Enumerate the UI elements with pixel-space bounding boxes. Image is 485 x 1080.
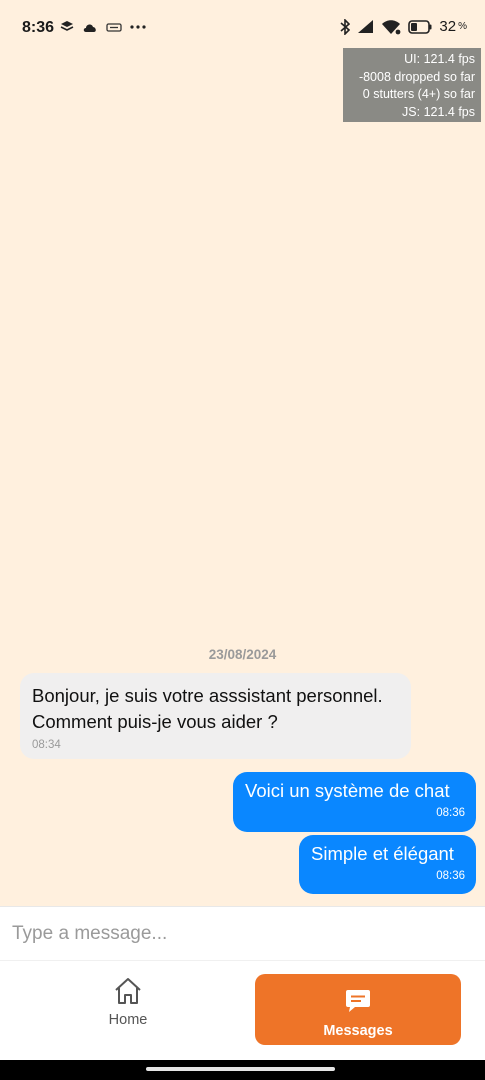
message-text: Simple et élégant	[311, 843, 454, 864]
date-separator: 23/08/2024	[208, 647, 277, 662]
message-bubble-outgoing[interactable]: Simple et élégant 08:36	[299, 835, 476, 894]
message-bubble-incoming[interactable]: Bonjour, je suis votre asssistant person…	[20, 673, 411, 759]
message-time: 08:36	[436, 807, 465, 819]
system-navigation-bar	[0, 1060, 485, 1080]
perf-ui-fps: UI: 121.4 fps	[404, 52, 475, 66]
nav-home-label: Home	[108, 1012, 148, 1028]
perf-dropped-frames: -8008 dropped so far	[358, 69, 475, 84]
chat-bubble-icon	[346, 990, 370, 1012]
house-icon	[115, 978, 141, 1004]
wifi-icon	[382, 19, 401, 34]
message-text: Voici un système de chat	[245, 780, 450, 801]
cloud-icon	[83, 24, 96, 32]
home-indicator[interactable]	[146, 1067, 335, 1071]
bottom-navigation: Home Messages	[0, 961, 485, 1060]
battery-icon	[408, 19, 432, 34]
bluetooth-icon	[340, 18, 351, 35]
message-text: Bonjour, je suis votre asssistant person…	[32, 685, 383, 732]
signal-icon	[358, 20, 374, 33]
layers-icon	[60, 21, 74, 31]
status-time: 8:36	[22, 19, 55, 36]
nav-tab-home[interactable]: Home	[70, 977, 186, 1047]
perf-stutters: 0 stutters (4+) so far	[362, 87, 475, 101]
message-bubble-outgoing[interactable]: Voici un système de chat 08:36	[233, 772, 476, 832]
perf-monitor-overlay: UI: 121.4 fps -8008 dropped so far 0 stu…	[343, 48, 481, 122]
battery-percentage: 32	[439, 18, 457, 35]
notification-icons	[60, 20, 146, 34]
more-dots-icon	[130, 25, 146, 29]
message-time: 08:34	[32, 739, 61, 751]
battery-percent-sign: %	[458, 21, 467, 32]
message-input[interactable]	[0, 907, 485, 961]
system-icons: 32 %	[340, 18, 467, 35]
composer-bar	[0, 906, 485, 961]
app-badge-icon	[106, 23, 122, 32]
message-time: 08:36	[436, 870, 465, 882]
nav-tab-messages[interactable]: Messages	[255, 974, 461, 1045]
perf-js-fps: JS: 121.4 fps	[402, 104, 475, 119]
nav-messages-label: Messages	[323, 1023, 393, 1039]
